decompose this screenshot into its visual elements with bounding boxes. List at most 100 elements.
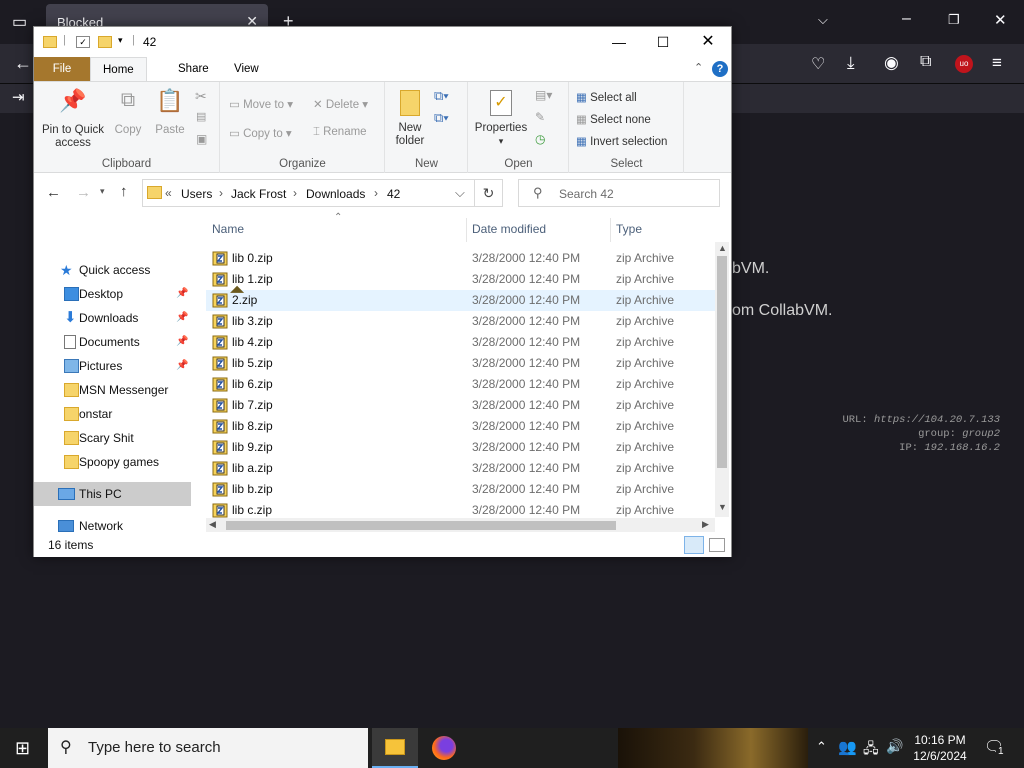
pocket-icon[interactable]: ♡ [811,54,825,74]
qat-dropdown-icon[interactable]: ▾ [118,35,132,47]
overflow-chevron-icon[interactable]: « [165,186,172,200]
breadcrumb-users[interactable]: Users [181,187,212,201]
breadcrumb-jack-frost[interactable]: Jack Frost [231,187,286,201]
clock[interactable]: 10:16 PM 12/6/2024 [912,732,968,764]
chevron-down-icon[interactable]: ⌵ [455,185,465,201]
rename-button[interactable]: ⌶ Rename [313,126,367,139]
people-icon[interactable]: 👥 [838,738,857,756]
column-divider[interactable] [466,218,467,242]
close-button[interactable]: ✕ [685,27,731,57]
download-icon[interactable]: ⤓ [847,53,855,73]
ublock-icon[interactable]: uo [955,55,973,73]
new-folder-icon[interactable] [98,36,112,48]
pin-quick-access-button[interactable]: 📌 Pin to Quick access [39,90,107,150]
tab-home[interactable]: Home [90,57,147,81]
tab-list-icon[interactable]: ▭ [12,12,27,32]
select-none-button[interactable]: ▦ Select none [576,112,651,126]
refresh-button[interactable]: ↻ [475,179,503,207]
chevron-right-icon[interactable]: › [293,186,297,200]
back-arrow-icon[interactable]: ← [46,184,61,201]
move-to-button[interactable]: ▭ Move to ▾ [229,97,293,111]
details-view-icon[interactable] [684,536,704,554]
account-icon[interactable]: ◉ [884,53,899,73]
sidebar-item-documents[interactable]: Documents 📌 [34,330,191,354]
file-row[interactable]: lib 9.zip 3/28/2000 12:40 PM zip Archive [206,437,715,458]
cut-icon[interactable]: ✂ [195,88,207,105]
menu-icon[interactable]: ≡ [992,53,1002,73]
file-row[interactable]: lib 8.zip 3/28/2000 12:40 PM zip Archive [206,416,715,437]
file-row[interactable]: lib 4.zip 3/28/2000 12:40 PM zip Archive [206,332,715,353]
file-row[interactable]: lib b.zip 3/28/2000 12:40 PM zip Archive [206,479,715,500]
tab-file[interactable]: File [34,57,90,81]
large-icons-view-icon[interactable] [709,538,725,552]
copy-to-button[interactable]: ▭ Copy to ▾ [229,126,292,140]
close-window-icon[interactable]: ✕ [994,11,1007,29]
sidebar-item-desktop[interactable]: Desktop 📌 [34,282,191,306]
forward-arrow-icon[interactable]: → [76,184,91,201]
chevron-down-icon[interactable]: ⌵ [818,12,828,28]
delete-button[interactable]: ✕ Delete ▾ [313,97,368,111]
file-row[interactable]: lib 3.zip 3/28/2000 12:40 PM zip Archive [206,311,715,332]
scroll-down-icon[interactable]: ▼ [718,502,727,512]
scroll-up-icon[interactable]: ▲ [718,243,727,253]
column-name[interactable]: Name [212,222,244,236]
file-row[interactable]: lib 1.zip 3/28/2000 12:40 PM zip Archive [206,269,715,290]
new-folder-button[interactable]: New folder [390,90,430,148]
properties-check-icon[interactable]: ✓ [76,36,90,48]
invert-selection-button[interactable]: ▦ Invert selection [576,134,667,148]
copy-button[interactable]: ⧉ Copy [110,90,146,137]
vertical-scroll-thumb[interactable] [717,256,727,468]
taskbar-search-input[interactable]: ⚲ Type here to search [48,728,368,768]
paste-shortcut-icon[interactable]: ▣ [196,132,207,146]
firefox-icon[interactable] [432,736,456,760]
paste-button[interactable]: 📋 Paste [150,90,190,137]
chevron-right-icon[interactable]: › [374,186,378,200]
tab-share[interactable]: Share [166,57,221,81]
file-row[interactable]: lib 5.zip 3/28/2000 12:40 PM zip Archive [206,353,715,374]
windows-start-icon[interactable]: ⊞ [15,738,30,759]
recent-locations-icon[interactable]: ▾ [100,186,105,197]
back-arrow-icon[interactable]: ← [14,53,32,74]
file-row[interactable]: lib a.zip 3/28/2000 12:40 PM zip Archive [206,458,715,479]
maximize-button[interactable]: ☐ [640,27,686,57]
breadcrumb-42[interactable]: 42 [387,187,400,201]
file-row[interactable]: 2.zip 3/28/2000 12:40 PM zip Archive [206,290,715,311]
properties-button[interactable]: ✓ Properties ▾ [471,90,531,148]
chevron-right-icon[interactable]: › [219,186,223,200]
help-icon[interactable]: ? [712,61,728,77]
restore-icon[interactable]: ❐ [948,12,960,28]
file-row[interactable]: lib 6.zip 3/28/2000 12:40 PM zip Archive [206,374,715,395]
show-hidden-icons-icon[interactable]: ⌃ [816,739,827,755]
column-date-modified[interactable]: Date modified [472,222,546,236]
sidebar-item-spoopy-games[interactable]: Spoopy games [34,450,191,474]
history-icon[interactable]: ◷ [535,132,545,146]
sidebar-item-downloads[interactable]: ⬇ Downloads 📌 [34,306,191,330]
vertical-scrollbar[interactable]: ▲ ▼ [715,242,729,517]
scroll-right-icon[interactable]: ▶ [702,519,709,530]
minimize-icon[interactable]: – [902,10,911,28]
edit-icon[interactable]: ✎ [535,110,545,124]
column-type[interactable]: Type [616,222,642,236]
file-row[interactable]: lib 7.zip 3/28/2000 12:40 PM zip Archive [206,395,715,416]
horizontal-scroll-thumb[interactable] [226,521,616,530]
tab-view[interactable]: View [222,57,271,81]
easy-access-icon[interactable]: ⧉▾ [434,110,449,126]
nav-quick-access[interactable]: ★ Quick access [34,258,191,282]
sidebar-item-onstar[interactable]: onstar [34,402,191,426]
sidebar-item-msn-messenger[interactable]: MSN Messenger [34,378,191,402]
select-all-button[interactable]: ▦ Select all [576,90,637,104]
sign-in-icon[interactable]: ⇥ [12,88,25,106]
sidebar-item-scary-shit[interactable]: Scary Shit [34,426,191,450]
network-tray-icon[interactable]: 🖧 [863,738,879,762]
sidebar-item-pictures[interactable]: Pictures 📌 [34,354,191,378]
column-divider[interactable] [610,218,611,242]
new-item-icon[interactable]: ⧉▾ [434,88,449,104]
volume-icon[interactable]: 🔊 [886,738,903,755]
up-arrow-icon[interactable]: ↑ [120,183,128,200]
taskbar-file-explorer[interactable] [372,728,418,768]
minimize-button[interactable]: — [596,27,642,57]
open-icon[interactable]: ▤▾ [535,88,552,102]
file-row[interactable]: lib 0.zip 3/28/2000 12:40 PM zip Archive [206,248,715,269]
breadcrumb-downloads[interactable]: Downloads [306,187,365,201]
address-bar[interactable]: « Users › Jack Frost › Downloads › 42 ⌵ [142,179,475,207]
